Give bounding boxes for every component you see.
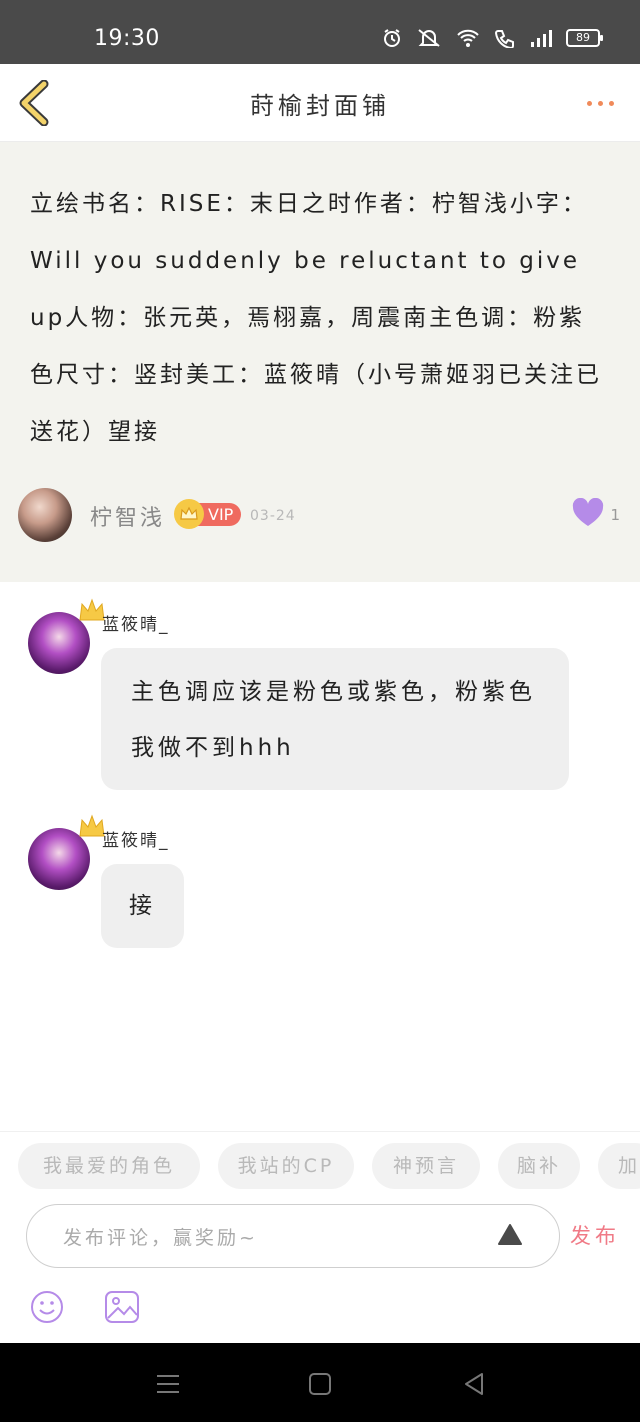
status-icons: 89	[382, 28, 603, 48]
like-count: 1	[610, 506, 620, 524]
more-button[interactable]	[580, 88, 620, 118]
emoji-icon[interactable]	[30, 1290, 64, 1324]
heart-icon[interactable]	[572, 498, 604, 528]
comment-input[interactable]: 发布评论，赢奖励~	[26, 1204, 560, 1268]
status-bar: 19:30 89	[0, 0, 640, 64]
vip-label: VIP	[198, 502, 242, 526]
crown-icon	[174, 499, 204, 529]
vip-badge: VIP	[174, 499, 242, 529]
send-button[interactable]: 发布	[570, 1220, 620, 1250]
image-icon[interactable]	[104, 1290, 140, 1324]
mute-icon	[418, 29, 440, 47]
status-time: 19:30	[94, 26, 160, 51]
commenter-name[interactable]: 蓝筱晴_	[102, 826, 170, 851]
comment-bubble: 主色调应该是粉色或紫色，粉紫色我做不到hhh	[101, 648, 569, 790]
tag-chip[interactable]: 我最爱的角色	[18, 1143, 200, 1189]
tag-chip[interactable]: 我站的CP	[218, 1143, 354, 1189]
commenter-name[interactable]: 蓝筱晴_	[102, 610, 170, 635]
comment-bubble: 接	[101, 864, 184, 948]
alarm-icon	[384, 29, 400, 47]
up-arrow-icon[interactable]	[497, 1223, 523, 1247]
tag-chip[interactable]: 神预言	[372, 1143, 480, 1189]
post-card: 立绘书名：RISE：末日之时作者：柠智浅小字：Will you suddenly…	[0, 142, 640, 582]
page-title: 莳榆封面铺	[250, 92, 390, 120]
comment-item: 蓝筱晴_ 接	[28, 814, 588, 952]
post-date: 03-24	[250, 508, 296, 524]
tag-chip[interactable]: 加	[598, 1143, 640, 1189]
signal-icon	[531, 30, 552, 47]
more-icon	[586, 100, 592, 106]
comment-item: 蓝筱晴_ 主色调应该是粉色或紫色，粉紫色我做不到hhh	[28, 598, 588, 792]
wifi-icon	[457, 29, 479, 47]
post-meta: 柠智浅 VIP 03-24 1	[18, 488, 622, 544]
menu-icon[interactable]	[154, 1371, 182, 1397]
topic-tags-bar: 我最爱的角色 我站的CP 神预言 脑补 加	[0, 1131, 640, 1201]
system-nav-bar	[0, 1343, 640, 1422]
nav-header: 莳榆封面铺	[0, 64, 640, 142]
home-icon[interactable]	[306, 1371, 334, 1397]
back-triangle-icon[interactable]	[460, 1371, 488, 1397]
post-text: 立绘书名：RISE：末日之时作者：柠智浅小字：Will you suddenly…	[30, 191, 602, 445]
call-icon	[494, 30, 514, 48]
battery-icon: 89	[566, 29, 603, 47]
tag-chip[interactable]: 脑补	[498, 1143, 580, 1189]
author-avatar[interactable]	[18, 488, 72, 542]
input-placeholder: 发布评论，赢奖励~	[63, 1227, 258, 1249]
author-name[interactable]: 柠智浅	[90, 500, 165, 532]
